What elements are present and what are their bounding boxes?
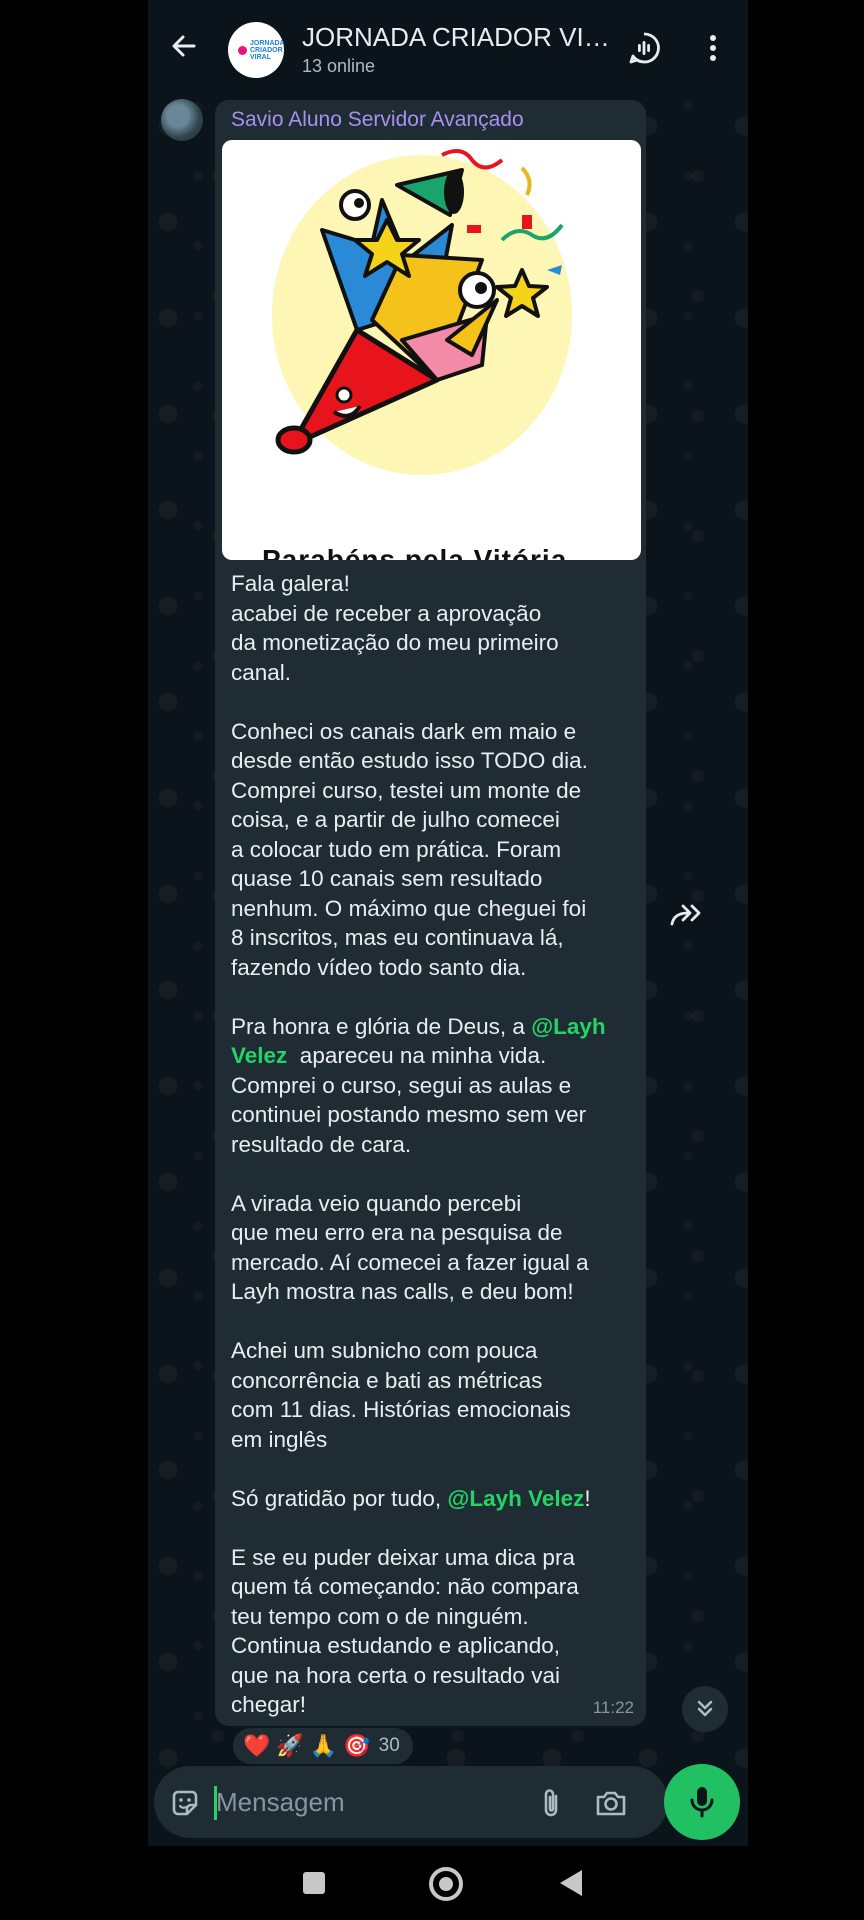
forward-icon: [670, 904, 701, 926]
message-input[interactable]: Mensagem: [216, 1787, 345, 1818]
system-back-button[interactable]: [560, 1870, 582, 1896]
sticker-icon: [172, 1790, 198, 1816]
online-count: 13 online: [302, 56, 376, 76]
message-bubble[interactable]: Savio Aluno Servidor Avançado Parabéns p…: [215, 100, 646, 1726]
chat-header: JORNADA CRIADOR VIRAL JORNADA CRIADOR VI…: [148, 0, 748, 96]
message-timestamp: 11:22: [592, 1698, 634, 1717]
group-avatar-logo-text: JORNADA CRIADOR VIRAL: [250, 39, 285, 61]
scroll-to-bottom-button[interactable]: [682, 1686, 728, 1732]
message-image[interactable]: Parabéns pela Vitória: [222, 140, 641, 560]
message-paragraph: E se eu puder deixar uma dica pra quem t…: [231, 1544, 579, 1718]
message-paragraph: Só gratidão por tudo,: [231, 1485, 448, 1511]
message-paragraph: Fala galera! acabei de receber a aprovaç…: [231, 571, 559, 685]
paperclip-icon: [544, 1789, 558, 1817]
image-caption-fragment: Parabéns pela Vitória: [262, 544, 568, 560]
message-paragraph: A virada veio quando percebi que meu err…: [231, 1190, 589, 1305]
forward-button[interactable]: [668, 900, 704, 930]
message-paragraph: Conheci os canais dark em maio e desde e…: [231, 718, 588, 980]
back-arrow-icon: [172, 35, 196, 57]
more-options-button[interactable]: [703, 32, 723, 64]
chat-screen: JORNADA CRIADOR VIRAL JORNADA CRIADOR VI…: [148, 0, 748, 1920]
back-button[interactable]: [166, 28, 202, 64]
logo-dot-icon: [238, 45, 247, 55]
group-title[interactable]: JORNADA CRIADOR VIRAL: [302, 22, 617, 53]
voice-chat-icon: [629, 32, 660, 64]
voice-chat-button[interactable]: [626, 30, 662, 66]
reaction-emoji: ❤️: [243, 1733, 271, 1758]
attach-button[interactable]: [536, 1786, 566, 1820]
reactions-pill[interactable]: ❤️ 🚀 🙏 🎯 30: [231, 1726, 415, 1766]
mic-icon: [690, 1787, 714, 1818]
mention-link[interactable]: @Layh Velez: [447, 1486, 584, 1511]
sticker-button[interactable]: [170, 1788, 200, 1818]
group-avatar[interactable]: JORNADA CRIADOR VIRAL: [228, 22, 284, 78]
voice-record-button[interactable]: [664, 1764, 740, 1840]
reaction-emoji: 🙏: [309, 1733, 338, 1758]
home-button[interactable]: [429, 1867, 463, 1901]
camera-icon: [596, 1791, 626, 1816]
reaction-emoji: 🎯: [343, 1733, 371, 1758]
sender-name[interactable]: Savio Aluno Servidor Avançado: [231, 108, 524, 132]
more-vert-icon: [710, 35, 716, 61]
message-paragraph: Achei um subnicho com pouca concorrência…: [231, 1338, 571, 1452]
message-composer: Mensagem: [154, 1766, 668, 1838]
reaction-count: 30: [378, 1735, 400, 1756]
reaction-emoji: 🚀: [276, 1733, 304, 1758]
message-text[interactable]: Fala galera! acabei de receber a aprovaç…: [231, 569, 641, 1720]
sender-avatar[interactable]: [161, 99, 203, 141]
recents-button[interactable]: [303, 1872, 325, 1894]
message-paragraph: Pra honra e glória de Deus, a: [231, 1013, 532, 1039]
system-navigation-bar: [148, 1846, 748, 1920]
chevron-double-down-icon: [697, 1700, 713, 1717]
message-paragraph: !: [584, 1485, 591, 1511]
camera-button[interactable]: [594, 1788, 628, 1818]
party-popper-illustration: [272, 149, 572, 475]
